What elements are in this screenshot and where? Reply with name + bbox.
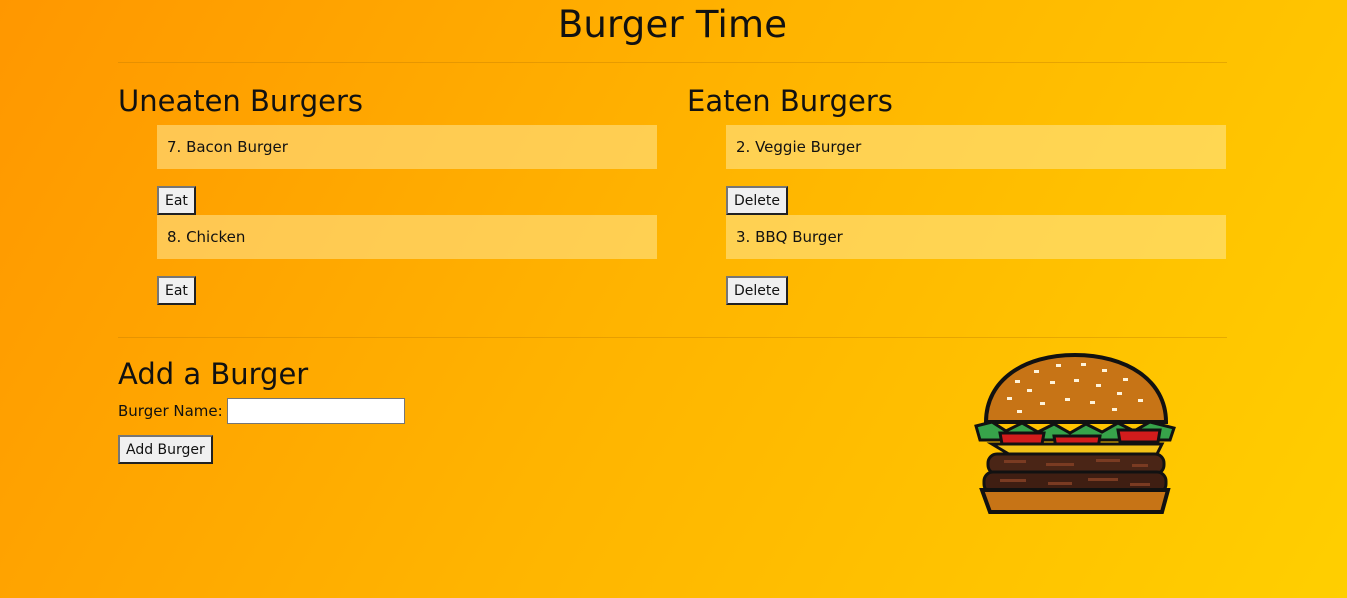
list-item: 2. Veggie Burger Delete xyxy=(726,125,1227,215)
burger-item-bacon: 7. Bacon Burger xyxy=(157,125,657,169)
eaten-column: Eaten Burgers 2. Veggie Burger Delete 3.… xyxy=(687,63,1227,337)
eaten-heading: Eaten Burgers xyxy=(687,84,893,118)
eat-button[interactable]: Eat xyxy=(157,186,196,215)
delete-button[interactable]: Delete xyxy=(726,276,788,305)
burger-item-label: 8. Chicken xyxy=(167,228,246,246)
eaten-list: 2. Veggie Burger Delete 3. BBQ Burger De… xyxy=(726,125,1227,305)
burger-item-label: 7. Bacon Burger xyxy=(167,138,288,156)
burger-icon xyxy=(974,352,1176,514)
uneaten-list: 7. Bacon Burger Eat 8. Chicken Eat xyxy=(157,125,658,305)
delete-button[interactable]: Delete xyxy=(726,186,788,215)
burger-item-label: 2. Veggie Burger xyxy=(736,138,862,156)
list-item: 3. BBQ Burger Delete xyxy=(726,215,1227,305)
uneaten-column: Uneaten Burgers 7. Bacon Burger Eat 8. C… xyxy=(118,63,658,337)
burger-item-label: 3. BBQ Burger xyxy=(736,228,843,246)
burger-item-chicken: 8. Chicken xyxy=(157,215,657,259)
eat-button[interactable]: Eat xyxy=(157,276,196,305)
burger-name-input[interactable] xyxy=(226,398,405,424)
burger-item-veggie: 2. Veggie Burger xyxy=(726,125,1226,169)
burger-item-bbq: 3. BBQ Burger xyxy=(726,215,1226,259)
burger-columns: Uneaten Burgers 7. Bacon Burger Eat 8. C… xyxy=(118,63,1227,337)
list-item: 8. Chicken Eat xyxy=(157,215,658,305)
burger-name-label: Burger Name: xyxy=(118,402,223,420)
uneaten-heading: Uneaten Burgers xyxy=(118,84,363,118)
list-item: 7. Bacon Burger Eat xyxy=(157,125,658,215)
page-title: Burger Time xyxy=(557,3,788,46)
add-burger-button[interactable]: Add Burger xyxy=(118,435,213,464)
